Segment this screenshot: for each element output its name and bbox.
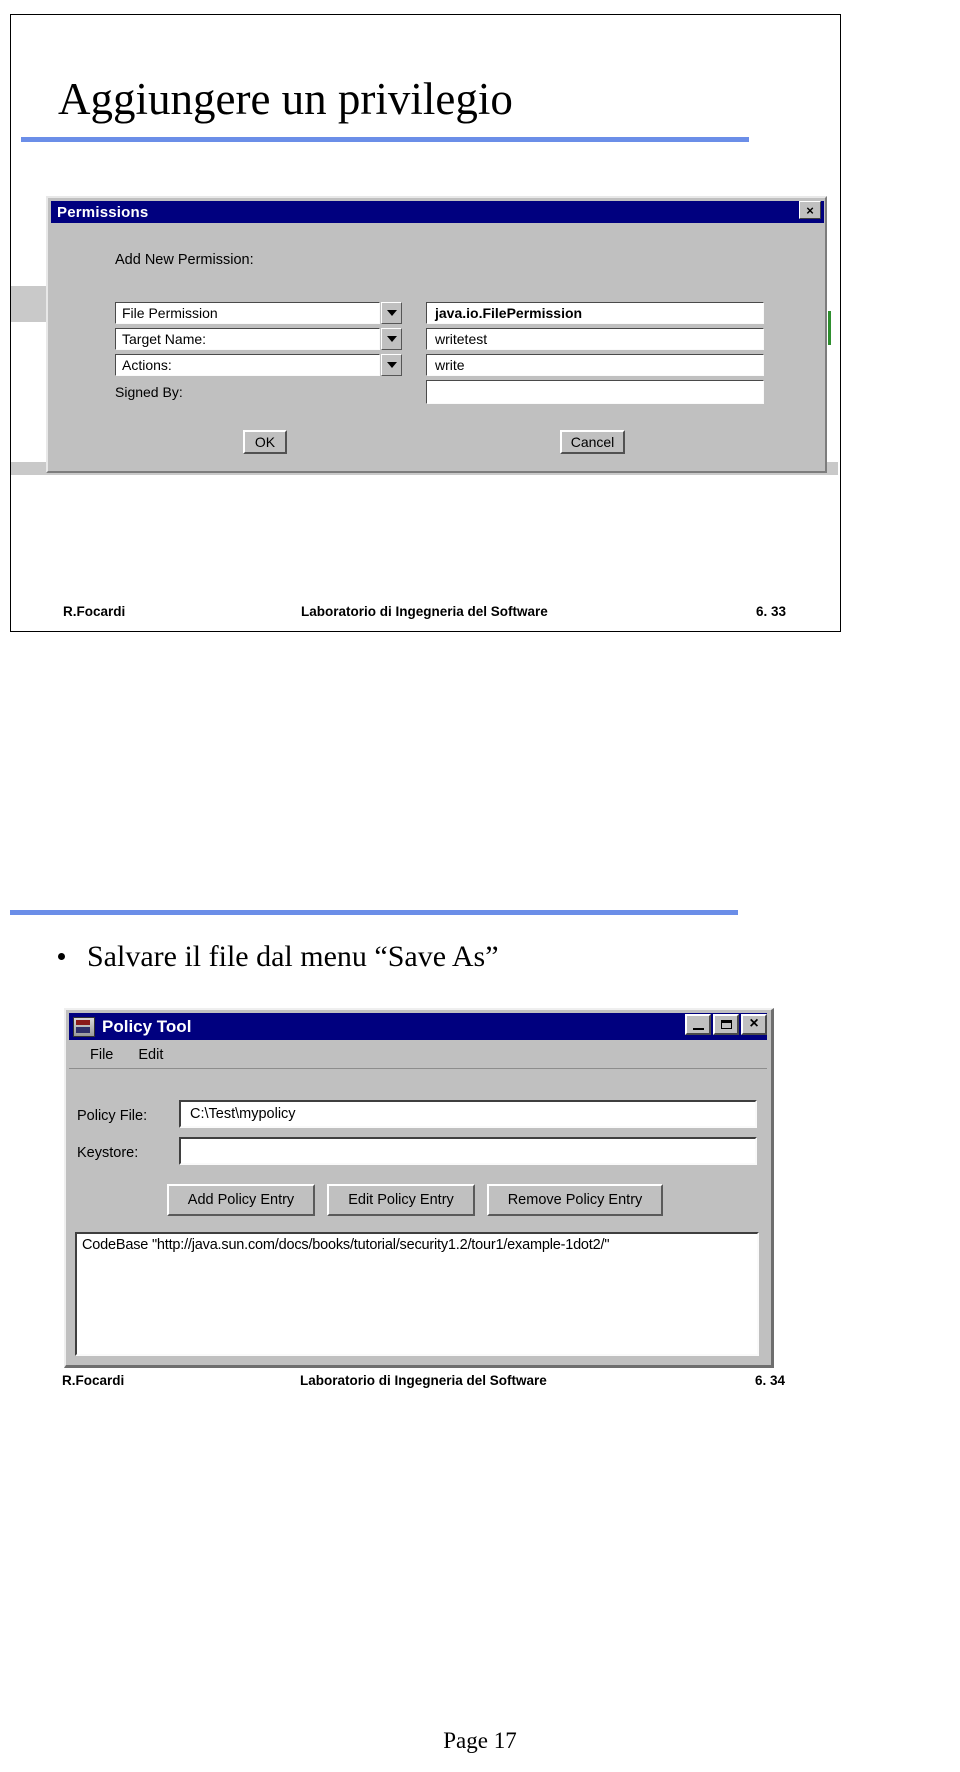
- permissions-titlebar[interactable]: Permissions: [51, 201, 824, 223]
- menu-edit[interactable]: Edit: [134, 1046, 167, 1064]
- policy-tool-titlebar[interactable]: Policy Tool: [69, 1013, 767, 1040]
- slide-2-divider: [10, 910, 738, 915]
- policy-file-label: Policy File:: [77, 1108, 148, 1124]
- target-name-value-input[interactable]: writetest: [426, 328, 764, 350]
- permissions-dialog: Permissions × Add New Permission: File P…: [46, 196, 827, 473]
- close-icon[interactable]: ×: [799, 201, 821, 219]
- background-strip-left: [11, 286, 46, 322]
- target-name-combo[interactable]: Target Name:: [115, 328, 402, 350]
- footer-author: R.Focardi: [63, 604, 126, 619]
- bullet-item: Salvare il file dal menu “Save As”: [58, 940, 758, 974]
- page-title: Aggiungere un privilegio: [58, 74, 513, 124]
- close-icon[interactable]: ×: [741, 1014, 767, 1035]
- signed-by-input[interactable]: [426, 380, 764, 404]
- edit-policy-entry-button[interactable]: Edit Policy Entry: [327, 1184, 475, 1216]
- policy-tool-menubar: File Edit: [69, 1042, 767, 1069]
- background-accent: [828, 311, 831, 345]
- actions-value-input[interactable]: write: [426, 354, 764, 376]
- target-name-row: Target Name:: [115, 328, 405, 350]
- permissions-body: Add New Permission: File Permission java…: [51, 226, 824, 470]
- ok-button[interactable]: OK: [243, 430, 287, 454]
- target-name-combo-value[interactable]: Target Name:: [115, 328, 380, 350]
- slide-1-footer: R.Focardi Laboratorio di Ingegneria del …: [11, 604, 840, 626]
- slide-2-footer: R.Focardi Laboratorio di Ingegneria del …: [10, 1373, 839, 1395]
- actions-combo[interactable]: Actions:: [115, 354, 402, 376]
- footer-number: 6. 33: [756, 604, 787, 619]
- maximize-icon[interactable]: [713, 1014, 739, 1035]
- bullet-label: Salvare il file dal menu “Save As”: [87, 940, 499, 973]
- window-controls: ×: [685, 1014, 767, 1035]
- menu-file[interactable]: File: [86, 1046, 117, 1064]
- policy-tool-icon: [73, 1016, 95, 1037]
- signed-by-label: Signed By:: [115, 384, 183, 400]
- policy-entries-list[interactable]: CodeBase "http://java.sun.com/docs/books…: [75, 1232, 759, 1356]
- cancel-button[interactable]: Cancel: [560, 430, 625, 454]
- list-item[interactable]: CodeBase "http://java.sun.com/docs/books…: [77, 1234, 757, 1253]
- slide-1: Aggiungere un privilegio Permissions × A…: [10, 14, 841, 632]
- footer-course: Laboratorio di Ingegneria del Software: [300, 1373, 547, 1388]
- minimize-icon[interactable]: [685, 1014, 711, 1035]
- chevron-down-icon[interactable]: [381, 354, 402, 376]
- bullet-icon: [58, 953, 65, 960]
- footer-number: 6. 34: [755, 1373, 786, 1388]
- permission-type-row: File Permission: [115, 302, 405, 324]
- remove-policy-entry-button[interactable]: Remove Policy Entry: [487, 1184, 663, 1216]
- footer-course: Laboratorio di Ingegneria del Software: [301, 604, 548, 619]
- permission-type-combo-value[interactable]: File Permission: [115, 302, 380, 324]
- add-new-permission-label: Add New Permission:: [115, 252, 254, 268]
- policy-tool-window: Policy Tool × File Edit Policy File: C:\…: [64, 1008, 774, 1368]
- page-label: Page 17: [443, 1728, 517, 1753]
- title-divider: [21, 137, 749, 142]
- keystore-input[interactable]: [179, 1137, 757, 1165]
- add-policy-entry-button[interactable]: Add Policy Entry: [167, 1184, 315, 1216]
- slide-page: Aggiungere un privilegio Permissions × A…: [0, 0, 960, 1772]
- keystore-label: Keystore:: [77, 1145, 139, 1161]
- chevron-down-icon[interactable]: [381, 302, 402, 324]
- footer-author: R.Focardi: [62, 1373, 125, 1388]
- policy-tool-body: Policy File: C:\Test\mypolicy Keystore: …: [69, 1070, 767, 1364]
- chevron-down-icon[interactable]: [381, 328, 402, 350]
- policy-file-input[interactable]: C:\Test\mypolicy: [179, 1100, 757, 1128]
- actions-combo-value[interactable]: Actions:: [115, 354, 380, 376]
- actions-row: Actions:: [115, 354, 405, 376]
- policy-tool-title-text: Policy Tool: [102, 1016, 192, 1036]
- permissions-title-text: Permissions: [57, 203, 149, 221]
- permission-type-value-input[interactable]: java.io.FilePermission: [426, 302, 764, 324]
- permission-type-combo[interactable]: File Permission: [115, 302, 402, 324]
